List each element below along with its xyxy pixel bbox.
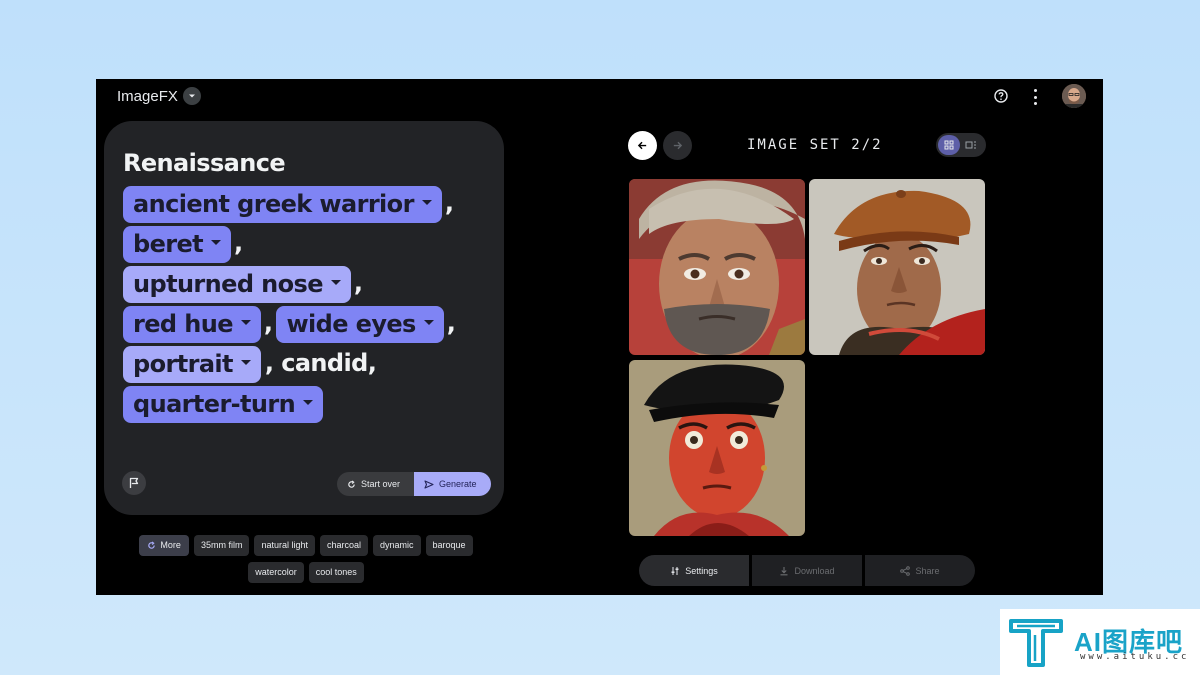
chip-label: red hue [133,309,234,338]
send-sparkle-icon [424,479,434,489]
chevron-down-icon [211,240,222,245]
chip-wide-eyes[interactable]: wide eyes [276,305,444,343]
card-button-group: Start over Generate [337,472,491,496]
chip-ancient-greek-warrior[interactable]: ancient greek warrior [123,185,442,223]
chip-label: wide eyes [286,309,416,338]
suggestion-chip[interactable]: watercolor [248,562,304,583]
comma: , [234,229,243,257]
more-vert-icon[interactable] [1032,89,1038,105]
image-action-bar: Settings Download Share [639,555,975,586]
suggestion-chip[interactable]: charcoal [319,535,369,556]
grid-view-button[interactable] [938,135,960,155]
download-icon [780,566,788,575]
app-title: ImageFX [117,88,178,105]
avatar[interactable] [1062,84,1086,108]
settings-label: Settings [685,565,718,576]
comma: , [353,269,363,297]
chip-label: upturned nose [133,269,324,298]
generated-image-1[interactable] [629,179,805,355]
chip-label: portrait [133,349,234,378]
previous-set-button[interactable] [628,131,657,160]
chip-beret[interactable]: beret [123,225,232,263]
chip-portrait[interactable]: portrait [123,345,261,383]
generated-image-3[interactable] [629,360,805,536]
tune-icon [671,566,679,575]
suggestion-chip[interactable]: cool tones [308,562,364,583]
help-icon[interactable] [994,89,1008,103]
carousel-icon [965,141,976,149]
watermark: AI图库吧 www.aituku.cc [1000,609,1200,675]
chip-label: quarter-turn [133,389,296,418]
comma: , [446,309,456,337]
chevron-down-icon [240,360,251,365]
more-label: More [160,540,181,550]
next-set-button[interactable] [663,131,692,160]
top-bar: ImageFX [96,79,1103,115]
start-over-button[interactable]: Start over [337,472,415,496]
start-over-label: Start over [361,479,401,489]
arrow-right-icon [673,141,683,150]
download-label: Download [794,565,835,576]
image-set-label: IMAGE SET 2/2 [747,137,883,153]
app-menu-chevron-down-icon[interactable] [183,87,201,105]
watermark-url: www.aituku.cc [1080,652,1190,662]
settings-button[interactable]: Settings [639,555,749,586]
refresh-icon [148,541,156,549]
download-button[interactable]: Download [752,555,862,586]
suggestion-chip[interactable]: dynamic [373,535,421,556]
prompt-text[interactable]: Renaissance ancient greek warrior, beret… [123,143,483,423]
suggestion-chip[interactable]: natural light [254,535,315,556]
chip-label: beret [133,229,204,258]
flag-icon [129,477,139,488]
comma: , [444,189,454,217]
comma: , [263,309,273,337]
chip-upturned-nose[interactable]: upturned nose [123,265,351,303]
carousel-view-button[interactable] [960,135,982,155]
view-toggle [936,133,986,157]
suggestion-chip[interactable]: baroque [425,535,473,556]
suggestion-chip[interactable]: 35mm film [193,535,250,556]
prompt-candid: , candid, [264,349,377,377]
prompt-lead: Renaissance [123,149,286,177]
share-button[interactable]: Share [865,555,975,586]
generate-label: Generate [439,479,477,489]
chevron-down-icon [303,400,314,405]
watermark-logo [1009,619,1063,667]
report-flag-button[interactable] [122,471,146,495]
suggestion-chips: More 35mm film natural light charcoal dy… [136,535,476,583]
generated-image-2[interactable] [809,179,985,355]
grid-icon [944,140,954,150]
chip-label: ancient greek warrior [133,189,414,218]
more-suggestions-button[interactable]: More [139,535,189,556]
chevron-down-icon [240,320,251,325]
share-label: Share [915,565,940,576]
prompt-card: Renaissance ancient greek warrior, beret… [104,121,504,515]
chip-quarter-turn[interactable]: quarter-turn [123,385,324,423]
chevron-down-icon [421,200,432,205]
arrow-left-icon [637,141,647,150]
chip-red-hue[interactable]: red hue [123,305,261,343]
generate-button[interactable]: Generate [414,472,491,496]
refresh-icon [348,479,355,488]
imagefx-window: ImageFX Renaissance ancient greek warrio… [96,79,1103,595]
chevron-down-icon [423,320,434,325]
share-icon [900,565,911,576]
chevron-down-icon [330,280,341,285]
